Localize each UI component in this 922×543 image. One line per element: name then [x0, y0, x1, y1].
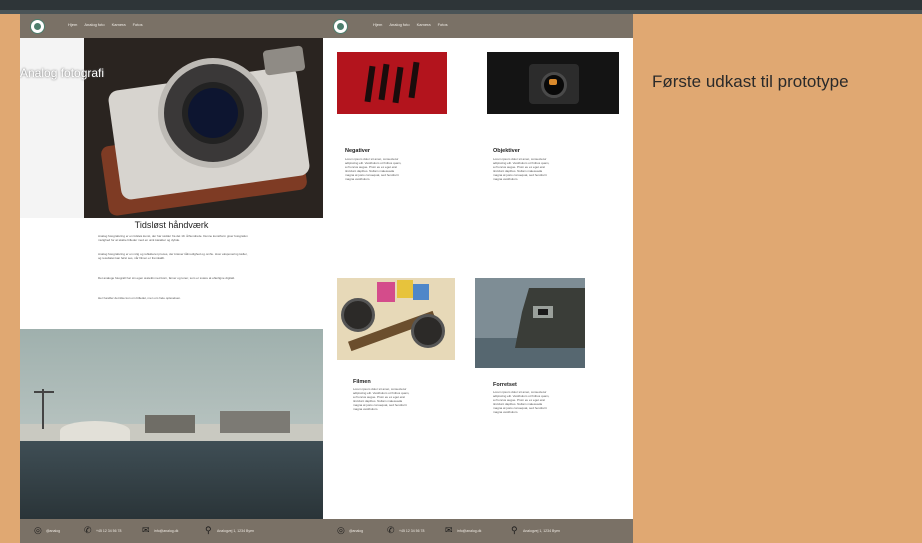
email-icon: ✉ [142, 525, 150, 535]
nav-item-photos[interactable]: Fotos [133, 22, 143, 27]
footer-email-text: info@analog.dk [154, 528, 179, 533]
harbor-image [20, 329, 323, 519]
nav-item-camera[interactable]: Kamera [417, 22, 431, 27]
paragraph: Analog fotografering er en rolig og refl… [98, 252, 248, 260]
nav-item-home[interactable]: Hjem [68, 22, 77, 27]
nav-bar: Hjem Analog foto Kamera Fotos [323, 14, 633, 38]
card-title: Forretset [493, 382, 517, 388]
footer-email[interactable]: ✉ info@analog.dk [445, 526, 481, 535]
card-text: Lorem ipsum dolor sit amet, consectetur … [353, 387, 410, 411]
nav-item-photos[interactable]: Fotos [438, 22, 448, 27]
footer-address-text: Analogvej 1, 1234 Byen [217, 528, 254, 533]
card-text: Lorem ipsum dolor sit amet, consectetur … [345, 157, 402, 181]
fortress-image[interactable] [475, 278, 585, 368]
prototype-annotation-title: Første udkast til prototype [652, 72, 849, 91]
phone-icon: ✆ [387, 525, 395, 535]
footer-instagram-text: @analog [349, 528, 364, 533]
card-title: Filmen [353, 379, 371, 385]
logo-icon[interactable] [333, 19, 348, 34]
footer-address[interactable]: ⚲ Analogvej 1, 1234 Byen [205, 526, 254, 535]
footer-instagram-text: @analog [46, 528, 61, 533]
negatives-image[interactable] [337, 52, 447, 114]
footer-email[interactable]: ✉ info@analog.dk [142, 526, 178, 535]
prototype-page-home: Hjem Analog foto Kamera Fotos Analog fot… [20, 14, 323, 543]
canvas-background-right [633, 14, 922, 543]
lens-image[interactable] [487, 52, 619, 114]
nav-item-analog[interactable]: Analog foto [84, 22, 104, 27]
footer-phone-text: +45 12 34 56 78 [399, 528, 425, 533]
film-image[interactable] [337, 278, 455, 360]
email-icon: ✉ [445, 525, 453, 535]
footer: ◎ @analog ✆ +45 12 34 56 78 ✉ info@analo… [20, 519, 323, 543]
paragraph: Analog fotografering er en tidsløs kunst… [98, 234, 248, 242]
footer-address-text: Analogvej 1, 1234 Byen [523, 528, 560, 533]
footer-phone[interactable]: ✆ +45 12 34 56 78 [387, 526, 424, 535]
hero-camera-image [84, 38, 323, 218]
hero-title: Analog fotografi [20, 66, 105, 80]
section-title: Tidsløst håndværk [134, 220, 209, 230]
instagram-icon: ◎ [337, 525, 345, 535]
location-pin-icon: ⚲ [205, 525, 212, 535]
phone-icon: ✆ [84, 525, 92, 535]
instagram-icon: ◎ [34, 525, 42, 535]
card-title: Objektiver [493, 148, 520, 154]
card-text: Lorem ipsum dolor sit amet, consectetur … [493, 390, 550, 414]
paragraph: Her handler det ikke kun om billedet, me… [98, 296, 181, 300]
nav-item-home[interactable]: Hjem [373, 22, 382, 27]
paragraph: Det analoge fotografi har sin egen æstet… [98, 276, 235, 280]
nav-item-analog[interactable]: Analog foto [389, 22, 409, 27]
footer-instagram[interactable]: ◎ @analog [337, 526, 363, 535]
card-text: Lorem ipsum dolor sit amet, consectetur … [493, 157, 550, 181]
footer-email-text: info@analog.dk [457, 528, 482, 533]
prototype-page-gallery: Hjem Analog foto Kamera Fotos Negativer … [323, 14, 633, 543]
location-pin-icon: ⚲ [511, 525, 518, 535]
canvas-background-left [0, 14, 20, 543]
nav-item-camera[interactable]: Kamera [112, 22, 126, 27]
footer-instagram[interactable]: ◎ @analog [34, 526, 60, 535]
window-top-bar [0, 0, 922, 10]
footer-phone[interactable]: ✆ +45 12 34 56 78 [84, 526, 121, 535]
footer-address[interactable]: ⚲ Analogvej 1, 1234 Byen [511, 526, 560, 535]
footer: ◎ @analog ✆ +45 12 34 56 78 ✉ info@analo… [323, 519, 633, 543]
nav-bar: Hjem Analog foto Kamera Fotos [20, 14, 323, 38]
card-title: Negativer [345, 148, 371, 154]
footer-phone-text: +45 12 34 56 78 [96, 528, 122, 533]
logo-icon[interactable] [30, 19, 45, 34]
